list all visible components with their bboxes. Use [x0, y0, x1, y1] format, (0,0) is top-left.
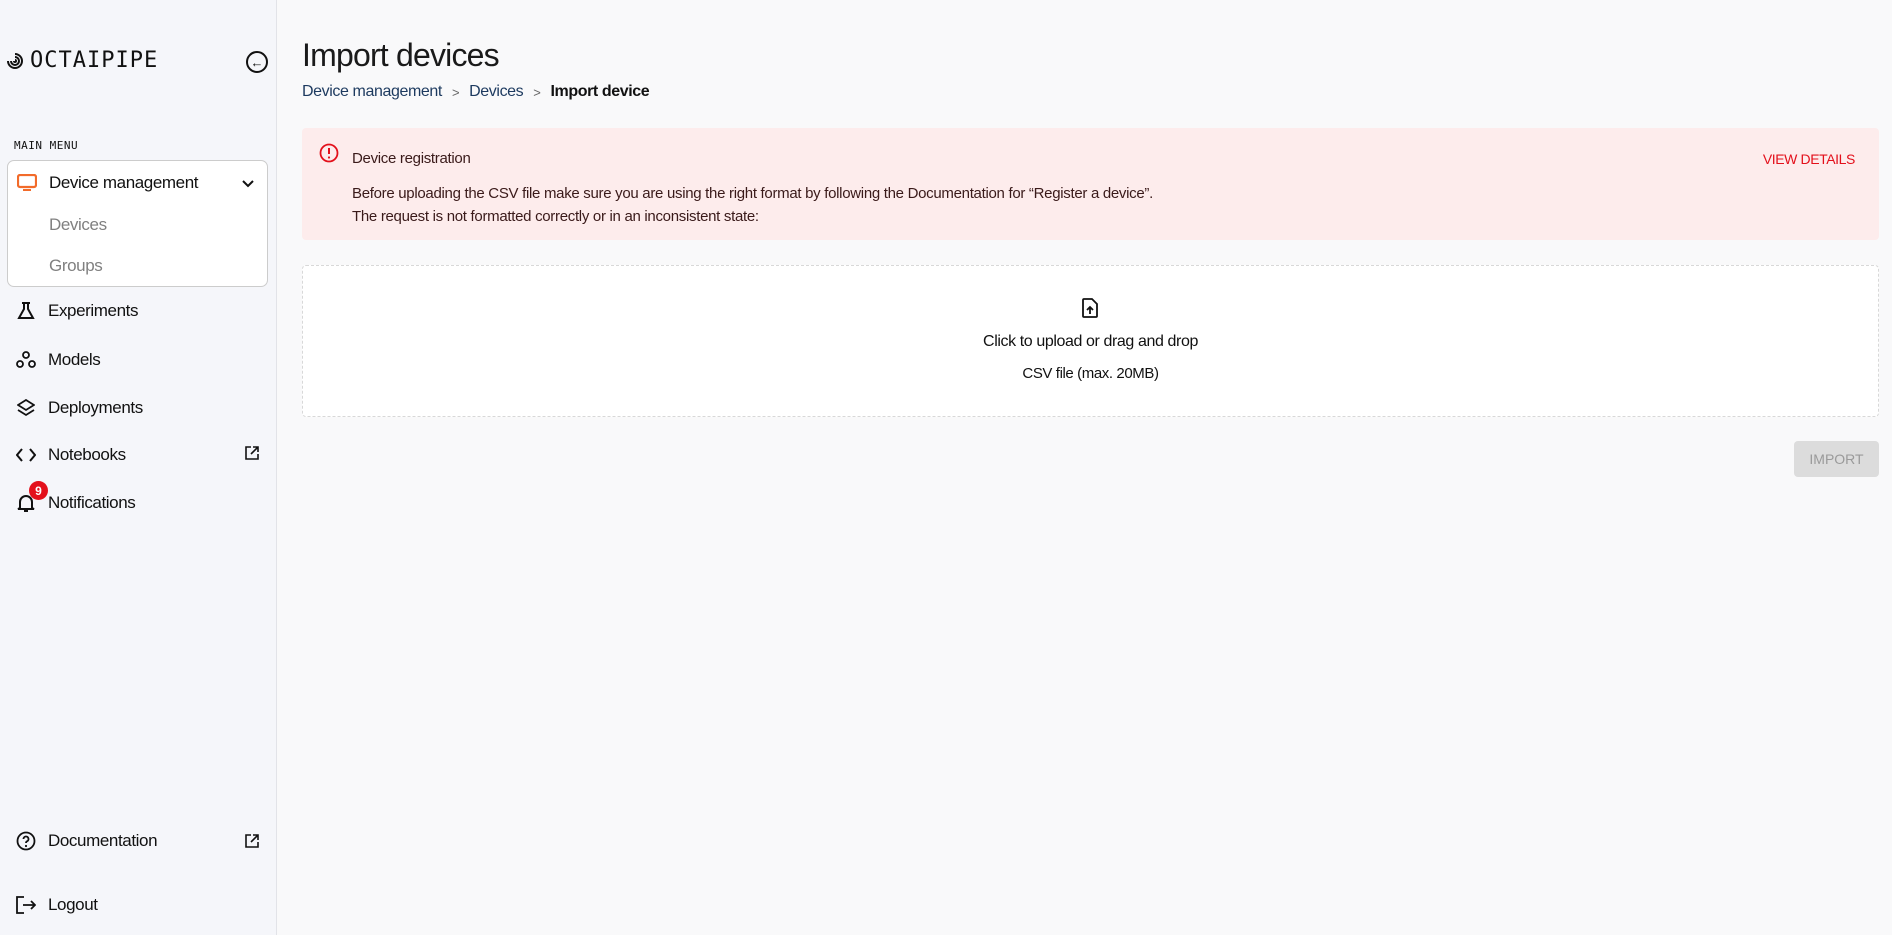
- sidebar-item-devices[interactable]: Devices: [49, 215, 107, 235]
- flask-icon: [16, 301, 36, 321]
- sidebar-item-label: Documentation: [48, 831, 158, 850]
- breadcrumb-device-management[interactable]: Device management: [302, 83, 442, 101]
- view-details-button[interactable]: VIEW DETAILS: [1763, 151, 1856, 167]
- sidebar-item-groups[interactable]: Groups: [49, 256, 103, 276]
- layers-icon: [16, 398, 36, 418]
- arrow-left-icon: ←: [250, 54, 264, 70]
- sidebar-item-notebooks[interactable]: Notebooks: [16, 443, 126, 467]
- error-alert: Device registration Before uploading the…: [302, 128, 1879, 240]
- sidebar-item-models[interactable]: Models: [16, 348, 101, 372]
- alert-line-2: The request is not formatted correctly o…: [352, 208, 759, 225]
- logo: OCTAIPIPE: [6, 48, 158, 73]
- alert-title: Device registration: [352, 150, 471, 167]
- nodes-icon: [16, 350, 36, 370]
- alert-body: Before uploading the CSV file make sure …: [352, 182, 1153, 228]
- sidebar-item-label: Deployments: [48, 398, 143, 417]
- sidebar-item-logout[interactable]: Logout: [16, 893, 98, 917]
- help-circle-icon: [16, 831, 36, 851]
- breadcrumb-separator: >: [533, 85, 541, 100]
- breadcrumb: Device management > Devices > Import dev…: [302, 83, 650, 101]
- import-button[interactable]: IMPORT: [1794, 441, 1879, 477]
- sidebar-item-label: Notebooks: [48, 445, 126, 464]
- brand-name: OCTAIPIPE: [30, 48, 159, 73]
- chevron-down-icon[interactable]: [242, 180, 254, 188]
- sidebar-item-experiments[interactable]: Experiments: [16, 299, 138, 323]
- upload-instruction: Click to upload or drag and drop: [983, 333, 1198, 350]
- octaipipe-logo-icon: [7, 52, 23, 69]
- error-circle-icon: [319, 143, 339, 163]
- code-icon: [16, 445, 36, 465]
- collapse-sidebar-button[interactable]: ←: [246, 51, 268, 73]
- sidebar-item-label: Device management: [49, 173, 199, 192]
- sidebar-item-label: Models: [48, 350, 101, 369]
- external-link-icon: [245, 834, 259, 848]
- upload-constraints: CSV file (max. 20MB): [1022, 365, 1159, 382]
- sidebar: OCTAIPIPE ← MAIN MENU Device management …: [0, 0, 277, 935]
- file-dropzone[interactable]: Click to upload or drag and drop CSV fil…: [302, 265, 1879, 417]
- page-title: Import devices: [302, 37, 500, 73]
- sidebar-item-device-management[interactable]: Device management: [17, 171, 199, 195]
- breadcrumb-current: Import device: [550, 83, 650, 100]
- monitor-icon: [17, 173, 37, 193]
- external-link-icon: [245, 446, 259, 460]
- breadcrumb-devices[interactable]: Devices: [469, 83, 524, 101]
- sidebar-item-documentation[interactable]: Documentation: [16, 829, 158, 853]
- logout-icon: [16, 895, 36, 915]
- alert-line-1: Before uploading the CSV file make sure …: [352, 185, 1153, 202]
- sidebar-item-label: Logout: [48, 895, 98, 914]
- device-management-group: Device management Devices Groups: [7, 160, 268, 287]
- sidebar-item-deployments[interactable]: Deployments: [16, 396, 143, 420]
- menu-heading: MAIN MENU: [14, 139, 79, 152]
- sidebar-item-label: Notifications: [48, 493, 136, 512]
- notification-badge: 9: [29, 481, 48, 500]
- file-upload-icon: [1082, 298, 1098, 318]
- breadcrumb-separator: >: [451, 85, 460, 100]
- sidebar-item-label: Experiments: [48, 301, 139, 320]
